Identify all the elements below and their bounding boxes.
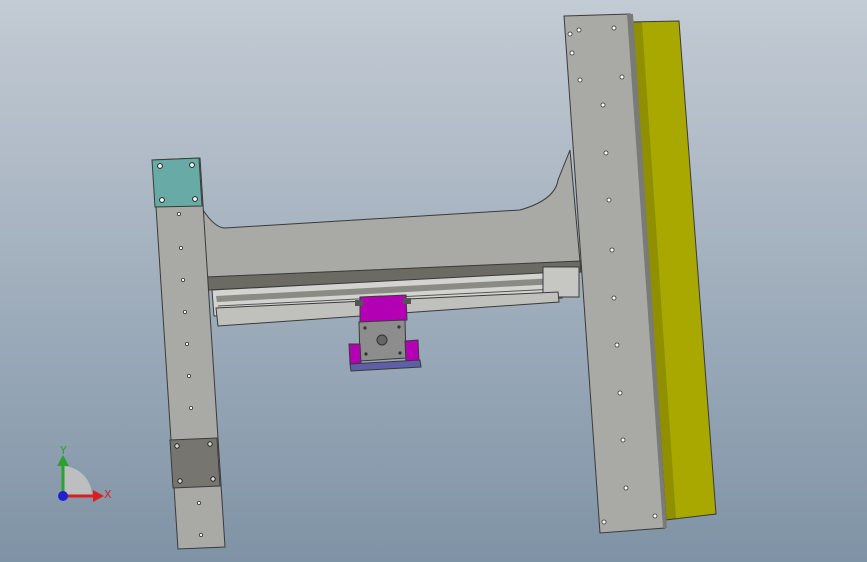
- magenta-carriage[interactable]: [355, 294, 411, 323]
- mount-hole: [577, 77, 583, 83]
- mount-hole: [184, 341, 189, 346]
- mount-hole: [623, 485, 629, 491]
- mount-hole: [196, 500, 201, 505]
- mount-hole: [611, 25, 617, 31]
- mount-hole: [603, 150, 609, 156]
- mount-hole: [606, 197, 612, 203]
- triad-x-label: X: [104, 488, 112, 501]
- mount-hole: [176, 211, 181, 216]
- mount-hole: [569, 50, 575, 56]
- mount-hole: [620, 437, 626, 443]
- top-mount-plate[interactable]: [151, 157, 203, 208]
- mount-hole: [567, 31, 573, 37]
- mount-hole: [652, 513, 658, 519]
- mount-hole: [609, 247, 615, 253]
- cad-3d-viewport[interactable]: Y X: [0, 0, 867, 562]
- viewport-canvas[interactable]: Y X: [0, 0, 867, 562]
- mount-hole: [186, 373, 191, 378]
- mount-hole: [576, 27, 582, 33]
- mount-hole: [182, 309, 187, 314]
- mount-hole: [611, 295, 617, 301]
- mount-hole: [619, 74, 625, 80]
- mount-hole: [617, 390, 623, 396]
- triad-origin: [58, 491, 68, 501]
- mount-hole: [601, 519, 607, 525]
- bottom-mount-plate[interactable]: [169, 437, 221, 489]
- mount-hole: [600, 102, 606, 108]
- mount-hole: [198, 533, 203, 538]
- mount-hole: [180, 277, 185, 282]
- triad-y-label: Y: [59, 444, 67, 457]
- mount-hole: [178, 245, 183, 250]
- mount-hole: [188, 405, 193, 410]
- mount-hole: [614, 342, 620, 348]
